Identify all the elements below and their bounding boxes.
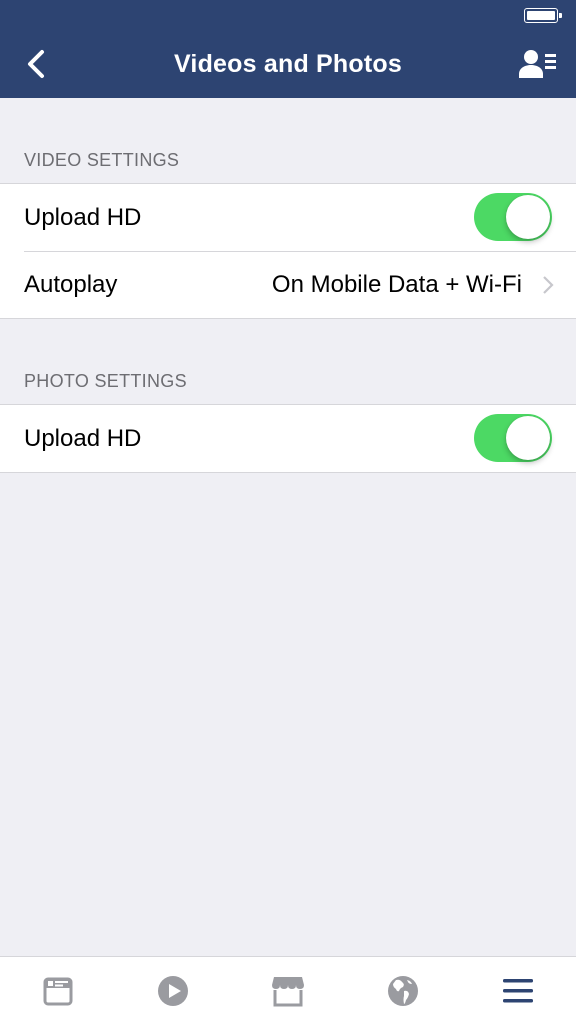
profile-list-icon bbox=[519, 50, 556, 78]
news-feed-icon bbox=[43, 977, 73, 1005]
row-label: Upload HD bbox=[24, 203, 142, 231]
photo-upload-hd-toggle[interactable] bbox=[474, 414, 552, 462]
video-settings-group: Upload HD Autoplay On Mobile Data + Wi-F… bbox=[0, 183, 576, 319]
tab-menu[interactable] bbox=[461, 957, 576, 1024]
row-label: Upload HD bbox=[24, 424, 142, 452]
video-upload-hd-row: Upload HD bbox=[0, 184, 576, 251]
globe-notifications-icon bbox=[388, 975, 419, 1006]
profile-list-button[interactable] bbox=[516, 44, 560, 84]
tab-marketplace[interactable] bbox=[230, 957, 345, 1024]
photo-upload-hd-row: Upload HD bbox=[0, 405, 576, 472]
page-title: Videos and Photos bbox=[174, 50, 402, 78]
video-upload-hd-toggle[interactable] bbox=[474, 193, 552, 241]
tab-bar bbox=[0, 956, 576, 1024]
section-header-video: VIDEO SETTINGS bbox=[24, 150, 180, 170]
battery-icon bbox=[524, 8, 562, 23]
navigation-bar: Videos and Photos bbox=[0, 0, 576, 98]
photo-settings-group: Upload HD bbox=[0, 404, 576, 473]
tab-videos[interactable] bbox=[115, 957, 230, 1024]
autoplay-value: On Mobile Data + Wi-Fi bbox=[271, 270, 522, 298]
tab-notifications[interactable] bbox=[346, 957, 461, 1024]
tab-news-feed[interactable] bbox=[0, 957, 115, 1024]
section-header-photo: PHOTO SETTINGS bbox=[24, 371, 187, 391]
autoplay-row[interactable]: Autoplay On Mobile Data + Wi-Fi bbox=[0, 251, 576, 318]
marketplace-icon bbox=[272, 976, 304, 1006]
row-label: Autoplay bbox=[24, 270, 118, 298]
chevron-right-icon bbox=[543, 276, 554, 294]
video-play-icon bbox=[157, 975, 188, 1006]
menu-icon bbox=[503, 978, 534, 1002]
